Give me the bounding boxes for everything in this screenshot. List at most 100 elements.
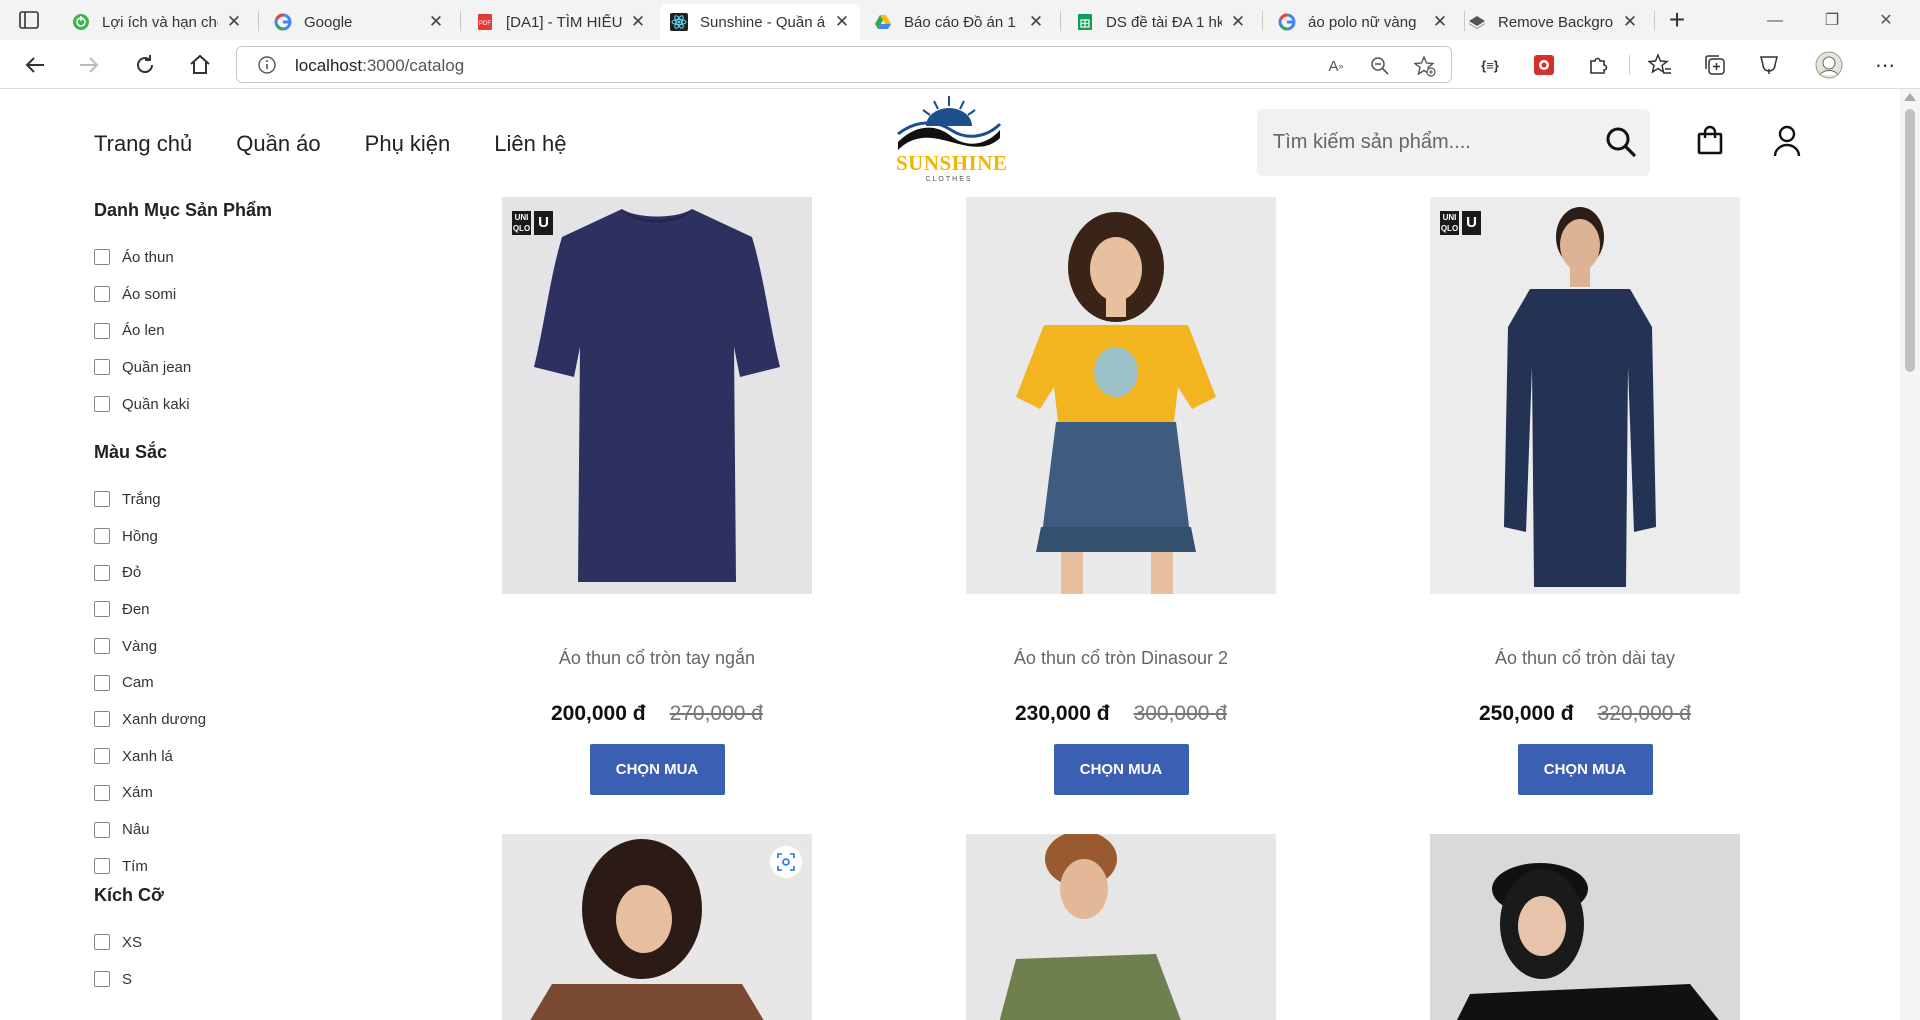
product-image[interactable]: UNI QLO U	[1430, 197, 1740, 594]
checkbox[interactable]	[94, 396, 110, 413]
product-image[interactable]: UNI QLO U	[502, 197, 812, 594]
choose-buy-button[interactable]: CHỌN MUA	[1517, 744, 1653, 795]
checkbox[interactable]	[94, 638, 110, 655]
checkbox[interactable]	[94, 748, 110, 765]
close-icon[interactable]: ✕	[630, 12, 646, 31]
json-extension-icon[interactable]: {≡}	[1478, 53, 1502, 77]
checkbox[interactable]	[94, 286, 110, 303]
minimize-icon[interactable]: —	[1755, 6, 1795, 36]
checkbox[interactable]	[94, 674, 110, 691]
scroll-up-arrow-icon[interactable]	[1904, 93, 1916, 101]
tab-4-active[interactable]: Sunshine - Quần áo ✕	[660, 4, 860, 40]
close-icon[interactable]: ✕	[1622, 12, 1638, 31]
product-card[interactable]	[502, 834, 812, 1020]
checkbox[interactable]	[94, 858, 110, 875]
product-name[interactable]: Áo thun cổ tròn Dinasour 2	[966, 648, 1276, 669]
red-extension-icon[interactable]	[1532, 53, 1556, 77]
refresh-icon[interactable]	[130, 50, 160, 80]
choose-buy-button[interactable]: CHỌN MUA	[1053, 744, 1189, 795]
checkbox[interactable]	[94, 711, 110, 728]
product-image[interactable]	[1430, 834, 1740, 1020]
color-option[interactable]: Trắng	[94, 481, 206, 518]
product-name[interactable]: Áo thun cổ tròn tay ngắn	[502, 648, 812, 669]
close-icon[interactable]: ✕	[226, 12, 242, 31]
close-icon[interactable]: ✕	[1028, 12, 1044, 31]
color-option[interactable]: Tím	[94, 848, 206, 885]
site-info-icon[interactable]	[257, 55, 277, 75]
read-aloud-icon[interactable]: A»	[1325, 55, 1347, 77]
close-icon[interactable]: ✕	[428, 12, 444, 31]
tab-8[interactable]: Remove Backgrou ✕	[1458, 4, 1648, 40]
color-option[interactable]: Đen	[94, 591, 206, 628]
category-option[interactable]: Quần kaki	[94, 386, 394, 423]
product-card[interactable]	[966, 834, 1276, 1020]
scrollbar-thumb[interactable]	[1905, 109, 1915, 372]
home-icon[interactable]	[185, 50, 215, 80]
product-image[interactable]	[966, 197, 1276, 594]
extensions-puzzle-icon[interactable]	[1586, 53, 1610, 77]
color-option[interactable]: Hồng	[94, 518, 206, 555]
product-card[interactable]: UNI QLO U Áo thun cổ tròn tay ngắn 200,00…	[502, 197, 812, 795]
checkbox[interactable]	[94, 821, 110, 838]
checkbox[interactable]	[94, 249, 110, 266]
close-icon[interactable]: ✕	[834, 12, 850, 31]
forward-arrow-icon[interactable]	[74, 50, 104, 80]
nav-clothes[interactable]: Quần áo	[236, 131, 320, 157]
checkbox[interactable]	[94, 601, 110, 618]
color-option[interactable]: Xám	[94, 775, 206, 812]
back-arrow-icon[interactable]	[20, 50, 50, 80]
product-image[interactable]	[966, 834, 1276, 1020]
tab-3[interactable]: PDF [DA1] - TÌM HIỂU ✕	[466, 4, 656, 40]
page-scrollbar[interactable]	[1900, 89, 1920, 1020]
category-option[interactable]: Áo somi	[94, 276, 394, 313]
address-input[interactable]: localhost:3000/catalog A»	[236, 46, 1452, 83]
search-input[interactable]	[1273, 127, 1583, 157]
more-menu-icon[interactable]: ⋯	[1873, 53, 1897, 77]
shopping-bag-icon[interactable]	[1695, 125, 1725, 155]
checkbox[interactable]	[94, 971, 110, 988]
category-option[interactable]: Áo thun	[94, 239, 394, 276]
tab-6[interactable]: DS đề tài ĐA 1 hk ✕	[1066, 4, 1256, 40]
restore-icon[interactable]: ❐	[1812, 6, 1852, 36]
checkbox[interactable]	[94, 491, 110, 508]
site-logo[interactable]: SUNSHINE CLOTHES	[896, 94, 1007, 186]
color-option[interactable]: Nâu	[94, 811, 206, 848]
tab-1[interactable]: Lợi ích và hạn chế ✕	[62, 4, 252, 40]
color-option[interactable]: Xanh dương	[94, 701, 206, 738]
product-card[interactable]	[1430, 834, 1740, 1020]
favorites-icon[interactable]	[1648, 53, 1672, 77]
nav-contact[interactable]: Liên hệ	[494, 131, 566, 157]
category-option[interactable]: Áo len	[94, 312, 394, 349]
checkbox[interactable]	[94, 784, 110, 801]
product-image[interactable]	[502, 834, 812, 1020]
tab-actions-icon[interactable]	[18, 9, 40, 31]
browser-essentials-icon[interactable]	[1757, 53, 1781, 77]
tab-7[interactable]: áo polo nữ vàng ✕	[1268, 4, 1458, 40]
tab-5[interactable]: Báo cáo Đồ án 1 - ✕	[864, 4, 1054, 40]
profile-avatar[interactable]	[1815, 51, 1843, 79]
product-card[interactable]: UNI QLO U Áo thun cổ tròn dài tay 250,000…	[1430, 197, 1740, 795]
user-account-icon[interactable]	[1772, 125, 1802, 157]
product-card[interactable]: Áo thun cổ tròn Dinasour 2 230,000 đ 300…	[966, 197, 1276, 795]
tab-2[interactable]: Google ✕	[264, 4, 454, 40]
checkbox[interactable]	[94, 359, 110, 376]
color-option[interactable]: Vàng	[94, 628, 206, 665]
new-tab-plus-icon[interactable]: +	[1662, 6, 1692, 36]
visual-search-lens-icon[interactable]	[770, 846, 802, 878]
search-icon[interactable]	[1604, 125, 1638, 159]
close-icon[interactable]: ✕	[1432, 12, 1448, 31]
size-option[interactable]: S	[94, 961, 164, 998]
nav-accessories[interactable]: Phụ kiện	[365, 131, 451, 157]
category-option[interactable]: Quần jean	[94, 349, 394, 386]
checkbox[interactable]	[94, 322, 110, 339]
product-name[interactable]: Áo thun cổ tròn dài tay	[1430, 648, 1740, 669]
choose-buy-button[interactable]: CHỌN MUA	[589, 744, 725, 795]
checkbox[interactable]	[94, 934, 110, 951]
checkbox[interactable]	[94, 528, 110, 545]
collections-icon[interactable]	[1703, 53, 1727, 77]
nav-home[interactable]: Trang chủ	[94, 131, 192, 157]
color-option[interactable]: Xanh lá	[94, 738, 206, 775]
add-favorite-star-icon[interactable]	[1414, 55, 1436, 77]
color-option[interactable]: Đỏ	[94, 554, 206, 591]
close-icon[interactable]: ✕	[1230, 12, 1246, 31]
